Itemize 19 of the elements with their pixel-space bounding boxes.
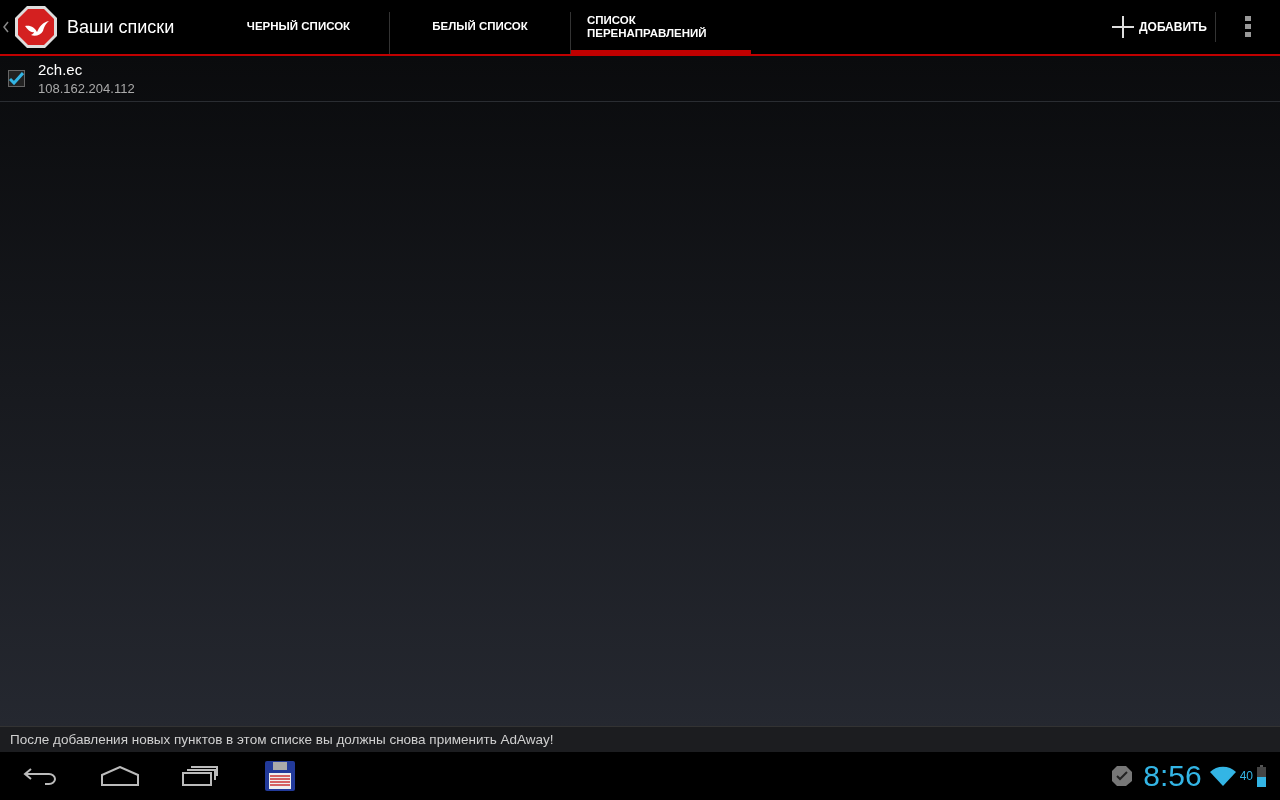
tab[interactable]: БЕЛЫЙ СПИСОК xyxy=(389,12,570,54)
add-button[interactable]: ДОБАВИТЬ xyxy=(1103,0,1215,54)
signal-reading: 40 xyxy=(1239,769,1253,783)
plus-icon xyxy=(1111,15,1136,39)
battery-icon xyxy=(1257,765,1266,787)
check-badge-icon[interactable] xyxy=(1111,765,1134,787)
back-chevron-icon[interactable] xyxy=(3,21,9,33)
host-name: 2ch.ec xyxy=(38,61,84,78)
tab[interactable]: СПИСОК ПЕРЕНАПРАВЛЕНИЙ xyxy=(570,12,751,54)
clock-time: 8:56 xyxy=(1143,759,1202,793)
list-row[interactable]: 2ch.ec 108.162.204.112 xyxy=(0,56,1280,102)
checkbox[interactable] xyxy=(8,70,25,87)
stop-sign-dove-icon[interactable] xyxy=(13,4,59,50)
menu-icon[interactable] xyxy=(1245,16,1251,38)
notice-text: После добавления новых пунктов в этом списке вы должны снова применить AdAway! xyxy=(0,726,1280,752)
tab[interactable]: ЧЕРНЫЙ СПИСОК xyxy=(208,12,389,54)
ip-address: 108.162.204.112 xyxy=(38,81,135,96)
app-title: Ваши списки xyxy=(67,16,175,38)
wifi-icon xyxy=(1209,766,1236,786)
